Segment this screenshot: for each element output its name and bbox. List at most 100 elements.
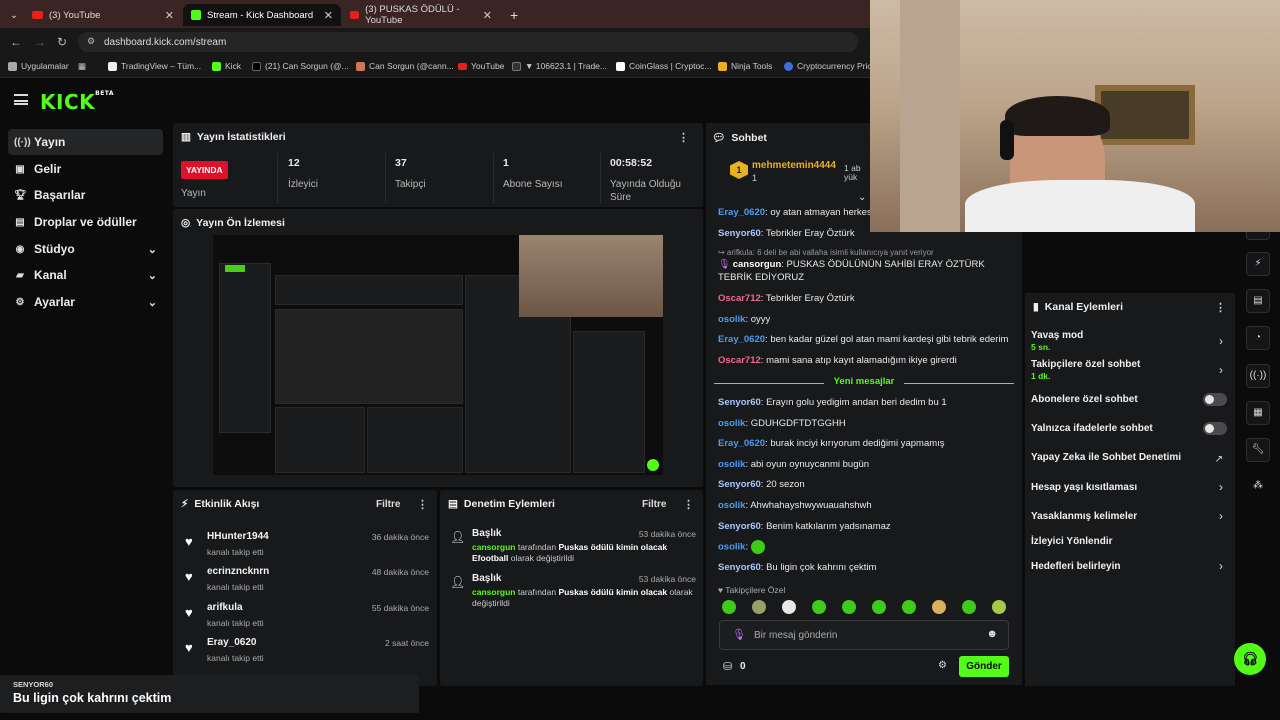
more-options-icon[interactable]: ⋮ — [683, 498, 694, 511]
more-options-icon[interactable]: ⋮ — [1215, 301, 1226, 314]
effects-icon[interactable]: ⁂ — [1246, 475, 1270, 499]
document-icon[interactable]: ▤ — [1246, 289, 1270, 313]
bookmark-ninja-tools[interactable]: Ninja Tools — [718, 61, 772, 71]
support-headset-icon[interactable]: 🎧︎ — [1234, 643, 1266, 675]
sidebar-item-gelir[interactable]: ▣ Gelir — [8, 156, 163, 182]
back-icon[interactable]: ← — [10, 35, 22, 49]
send-button[interactable]: Gönder — [959, 656, 1009, 677]
wrench-icon[interactable]: 🔧︎ — [1246, 438, 1270, 462]
preview-sidebar — [219, 263, 271, 433]
sidebar-item-studyo[interactable]: ◉ Stüdyo ⌄ — [8, 236, 163, 262]
emote-icon[interactable] — [992, 600, 1006, 614]
toast-username: SENYOR60 — [13, 680, 54, 689]
points-icon[interactable]: ⛁ — [723, 660, 732, 673]
emote-icon[interactable] — [782, 600, 796, 614]
raid-setting[interactable]: İzleyici Yönlendir — [1031, 536, 1229, 552]
filter-button[interactable]: Filtre — [642, 499, 666, 510]
chat-message-input[interactable]: 🎙︎ Bir mesaj gönderin ☻ — [719, 620, 1009, 650]
chevron-right-icon: › — [1219, 363, 1223, 377]
document-icon: ▤ — [448, 498, 458, 510]
pinned-extra: 1 ab yük — [844, 164, 861, 182]
sidebar-item-yayin[interactable]: ((·)) Yayın — [8, 129, 163, 155]
youtube-icon — [458, 62, 467, 70]
ai-moderation-setting[interactable]: Yapay Zeka ile Sohbet Denetimi ↗ — [1031, 452, 1229, 468]
moderation-actions-panel: ▤ Denetim Eylemleri Filtre ⋮ 👤︎ Başlık 53… — [440, 490, 703, 686]
bookmark-kick[interactable]: Kick — [212, 61, 241, 71]
menu-icon[interactable] — [14, 94, 28, 105]
emote-icon[interactable] — [902, 600, 916, 614]
account-age-setting[interactable]: Hesap yaşı kısıtlaması › — [1031, 480, 1229, 498]
tab-list-button[interactable]: ⌄ — [2, 4, 20, 26]
sidebar-item-ayarlar[interactable]: ⚙ Ayarlar ⌄ — [8, 289, 163, 315]
preview-support-icon — [647, 459, 659, 471]
close-icon[interactable]: ✕ — [324, 9, 333, 22]
emote-icon[interactable] — [932, 600, 946, 614]
bookmark-cryptocurrency[interactable]: Cryptocurrency Pric... — [784, 61, 879, 71]
mic-icon[interactable]: 🎙︎ — [732, 628, 746, 641]
more-options-icon[interactable]: ⋮ — [417, 498, 428, 511]
rail-partial-button[interactable] — [1246, 232, 1270, 240]
emote-icon[interactable] — [752, 600, 766, 614]
broadcast-icon: ((·)) — [14, 136, 31, 148]
bolt-icon[interactable]: ⚡︎ — [1246, 252, 1270, 276]
chevron-right-icon: › — [1219, 509, 1223, 523]
stream-preview-video[interactable] — [213, 235, 663, 475]
bookmark-trade[interactable]: ▼ 106623.1 | Trade... — [512, 61, 607, 71]
kick-logo[interactable]: KICKBETA — [40, 90, 114, 114]
panel-header: ⚡︎ Etkinlik Akışı — [181, 498, 260, 510]
layout-icon[interactable]: ▦ — [1246, 401, 1270, 425]
emoji-icon[interactable]: ☻ — [986, 628, 998, 640]
bookmark-youtube[interactable]: YouTube — [458, 61, 504, 71]
chevron-down-icon: ⌄ — [147, 243, 157, 256]
site-info-icon[interactable]: ⚙ — [87, 36, 95, 47]
pinned-username[interactable]: mehmetemin4444 — [752, 160, 836, 171]
follower-chat-setting[interactable]: Takipçilere özel sohbet 1 dk. › — [1031, 359, 1229, 383]
tab-puskas-youtube[interactable]: (3) PUSKAS ÖDÜLÜ - YouTube ✕ — [342, 4, 500, 26]
ninja-icon — [718, 61, 727, 71]
reload-icon[interactable]: ↻ — [57, 35, 67, 49]
emote-icon[interactable] — [722, 600, 736, 614]
chat-icon[interactable]: ◔ — [1246, 326, 1270, 350]
subscriber-chat-toggle[interactable] — [1203, 393, 1227, 406]
emote-icon[interactable] — [872, 600, 886, 614]
banned-words-setting[interactable]: Yasaklanmış kelimeler › — [1031, 509, 1229, 527]
tab-youtube[interactable]: (3) YouTube ✕ — [24, 4, 182, 26]
broadcast-icon[interactable]: ((·)) — [1246, 364, 1270, 388]
emote-icon[interactable] — [812, 600, 826, 614]
bookmark-grid[interactable]: ▦ — [78, 61, 86, 72]
emote-icon[interactable] — [842, 600, 856, 614]
pinned-collapse-icon[interactable]: ⌄ — [858, 192, 866, 203]
youtube-icon — [350, 11, 360, 19]
more-options-icon[interactable]: ⋮ — [678, 131, 689, 144]
kick-header: KICKBETA — [0, 78, 870, 122]
emote-icon[interactable] — [962, 600, 976, 614]
tab-kick-dashboard[interactable]: Stream - Kick Dashboard ✕ — [183, 4, 341, 26]
close-icon[interactable]: ✕ — [165, 9, 174, 22]
slow-mode-setting[interactable]: Yavaş mod 5 sn. › — [1031, 330, 1229, 354]
streamer-hair — [1005, 96, 1110, 136]
url-input[interactable]: ⚙ dashboard.kick.com/stream — [78, 32, 858, 52]
trophy-icon: 🏆︎ — [14, 189, 27, 201]
bookmark-coinglass[interactable]: CoinGlass | Cryptoc... — [616, 61, 712, 71]
sidebar-item-droplar[interactable]: ▤ Droplar ve ödüller — [8, 209, 163, 235]
sidebar-item-kanal[interactable]: ▰ Kanal ⌄ — [8, 262, 163, 288]
live-stat: YAYINDA Yayın — [173, 153, 278, 203]
bookmark-tradingview[interactable]: TradingView – Tüm... — [108, 61, 201, 71]
bookmark-apps[interactable]: Uygulamalar — [8, 61, 69, 71]
gear-icon[interactable]: ⚙ — [938, 660, 947, 671]
goals-setting[interactable]: Hedefleri belirleyin › — [1031, 559, 1229, 577]
sidebar-item-basarilar[interactable]: 🏆︎ Başarılar — [8, 182, 163, 208]
filter-button[interactable]: Filtre — [376, 499, 400, 510]
new-tab-button[interactable]: + — [502, 4, 526, 26]
forward-icon[interactable]: → — [34, 35, 46, 49]
emote-only-toggle[interactable] — [1203, 422, 1227, 435]
close-icon[interactable]: ✕ — [483, 9, 492, 22]
bookmark-can-sorgun[interactable]: Can Sorgun (@cann... — [356, 61, 454, 71]
browser-tab-bar: ⌄ (3) YouTube ✕ Stream - Kick Dashboard … — [0, 0, 870, 28]
bolt-icon: ⚡︎ — [181, 498, 189, 510]
painting-frame — [1095, 85, 1195, 145]
address-bar: ← → ↻ ⚙ dashboard.kick.com/stream — [0, 28, 870, 56]
gift-icon: ▤ — [15, 216, 25, 228]
heart-icon: ♥ — [185, 640, 193, 655]
bookmark-x-can-sorgun[interactable]: (21) Can Sorgun (@... — [252, 61, 349, 71]
